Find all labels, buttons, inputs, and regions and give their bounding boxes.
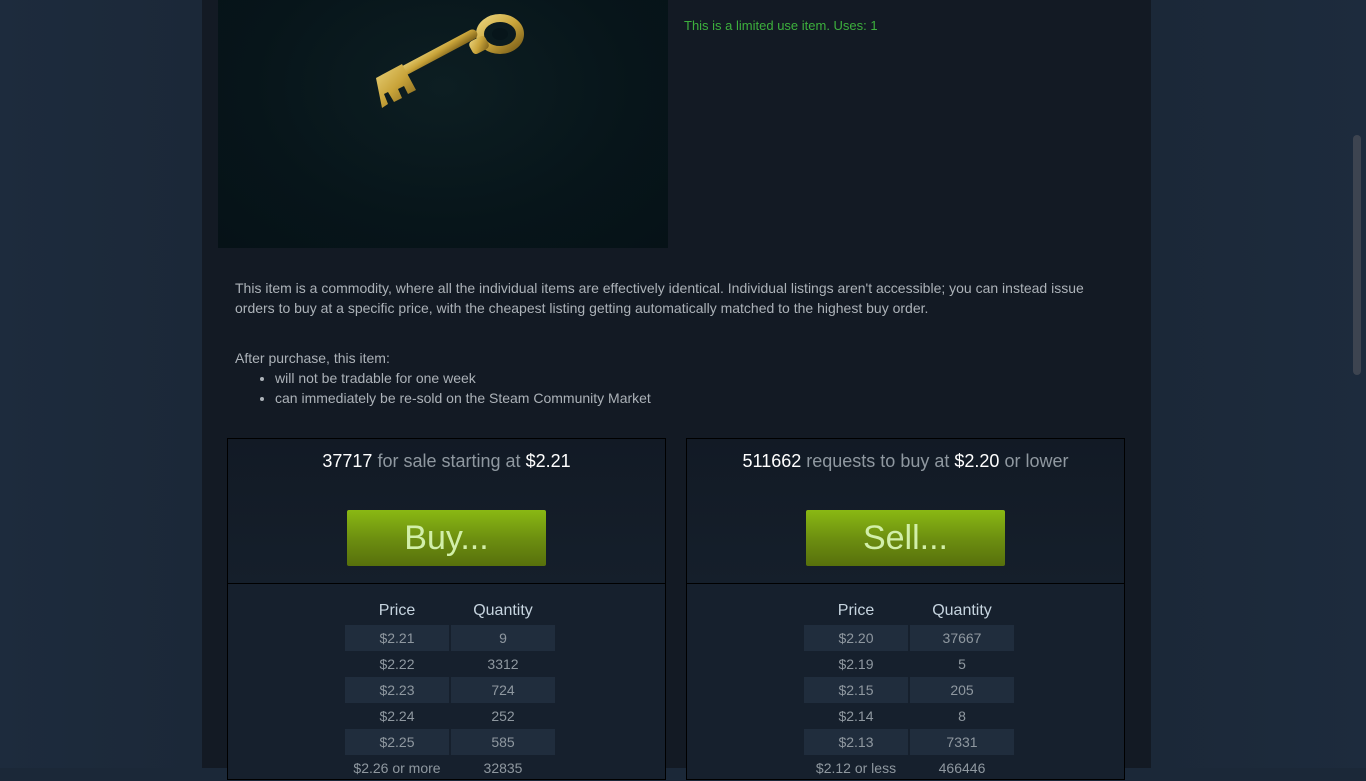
table-header-row: Price Quantity bbox=[345, 597, 555, 625]
price-cell: $2.23 bbox=[345, 677, 449, 703]
quantity-column-header: Quantity bbox=[932, 602, 992, 619]
table-row: $2.23 724 bbox=[345, 677, 555, 703]
for-sale-text: for sale starting at bbox=[377, 451, 521, 471]
sell-order-box: 511662 requests to buy at $2.20 or lower… bbox=[686, 438, 1125, 780]
table-row: $2.25 585 bbox=[345, 729, 555, 755]
starting-price: $2.21 bbox=[525, 451, 571, 471]
price-cell: $2.19 bbox=[838, 656, 874, 672]
sell-header: 511662 requests to buy at $2.20 or lower… bbox=[687, 439, 1124, 584]
table-row: $2.14 8 bbox=[804, 703, 1014, 729]
limited-use-notice: This is a limited use item. Uses: 1 bbox=[684, 18, 878, 33]
sell-summary: 511662 requests to buy at $2.20 or lower bbox=[687, 451, 1124, 472]
quantity-cell: 7331 bbox=[910, 729, 1014, 755]
table-row: $2.12 or less 466446 bbox=[804, 755, 1014, 781]
price-cell: $2.20 bbox=[804, 625, 908, 651]
buy-order-box: 37717 for sale starting at $2.21 Buy... … bbox=[227, 438, 666, 780]
quantity-cell: 5 bbox=[958, 656, 966, 672]
table-row: $2.15 205 bbox=[804, 677, 1014, 703]
quantity-cell: 205 bbox=[910, 677, 1014, 703]
table-row: $2.21 9 bbox=[345, 625, 555, 651]
buy-orders-table: Price Quantity $2.20 37667 $2.19 5 $2.15… bbox=[802, 597, 1016, 781]
table-header-row: Price Quantity bbox=[804, 597, 1014, 625]
buy-request-text: requests to buy at bbox=[806, 451, 950, 471]
for-sale-count: 37717 bbox=[322, 451, 373, 471]
after-purchase-section: After purchase, this item: will not be t… bbox=[235, 348, 1115, 408]
table-row: $2.19 5 bbox=[804, 651, 1014, 677]
price-cell: $2.14 bbox=[838, 708, 874, 724]
item-image-frame bbox=[218, 0, 668, 248]
table-row: $2.26 or more 32835 bbox=[345, 755, 555, 781]
highest-bid-price: $2.20 bbox=[954, 451, 1000, 471]
price-column-header: Price bbox=[837, 602, 875, 619]
price-cell: $2.15 bbox=[804, 677, 908, 703]
list-item: can immediately be re-sold on the Steam … bbox=[275, 388, 1115, 408]
buy-button[interactable]: Buy... bbox=[347, 510, 546, 566]
quantity-cell: 466446 bbox=[938, 760, 986, 776]
price-cell: $2.22 bbox=[379, 656, 415, 672]
price-cell: $2.24 bbox=[379, 708, 415, 724]
buy-header: 37717 for sale starting at $2.21 Buy... bbox=[228, 439, 665, 584]
quantity-cell: 8 bbox=[958, 708, 966, 724]
commodity-description: This item is a commodity, where all the … bbox=[235, 280, 1084, 316]
quantity-cell: 32835 bbox=[483, 760, 523, 776]
quantity-cell: 724 bbox=[451, 677, 555, 703]
quantity-cell: 252 bbox=[491, 708, 515, 724]
table-row: $2.24 252 bbox=[345, 703, 555, 729]
price-cell: $2.21 bbox=[345, 625, 449, 651]
list-item: will not be tradable for one week bbox=[275, 368, 1115, 388]
key-icon bbox=[376, 14, 524, 108]
bid-suffix: or lower bbox=[1004, 451, 1069, 471]
table-row: $2.13 7331 bbox=[804, 729, 1014, 755]
buy-summary: 37717 for sale starting at $2.21 bbox=[228, 451, 665, 472]
price-cell: $2.13 bbox=[804, 729, 908, 755]
sell-listings-table: Price Quantity $2.21 9 $2.22 3312 $2.23 … bbox=[343, 597, 557, 781]
after-purchase-list: will not be tradable for one week can im… bbox=[235, 368, 1115, 408]
after-purchase-heading: After purchase, this item: bbox=[235, 350, 390, 366]
quantity-cell: 585 bbox=[451, 729, 555, 755]
buy-request-count: 511662 bbox=[742, 451, 802, 471]
price-cell: $2.25 bbox=[345, 729, 449, 755]
table-row: $2.22 3312 bbox=[345, 651, 555, 677]
price-cell: $2.26 or more bbox=[353, 760, 441, 776]
quantity-cell: 9 bbox=[451, 625, 555, 651]
price-column-header: Price bbox=[378, 602, 416, 619]
quantity-column-header: Quantity bbox=[473, 602, 533, 619]
table-row: $2.20 37667 bbox=[804, 625, 1014, 651]
sell-button[interactable]: Sell... bbox=[806, 510, 1005, 566]
price-cell: $2.12 or less bbox=[815, 760, 897, 776]
quantity-cell: 37667 bbox=[910, 625, 1014, 651]
quantity-cell: 3312 bbox=[487, 656, 519, 672]
page-scrollbar[interactable] bbox=[1353, 135, 1361, 375]
